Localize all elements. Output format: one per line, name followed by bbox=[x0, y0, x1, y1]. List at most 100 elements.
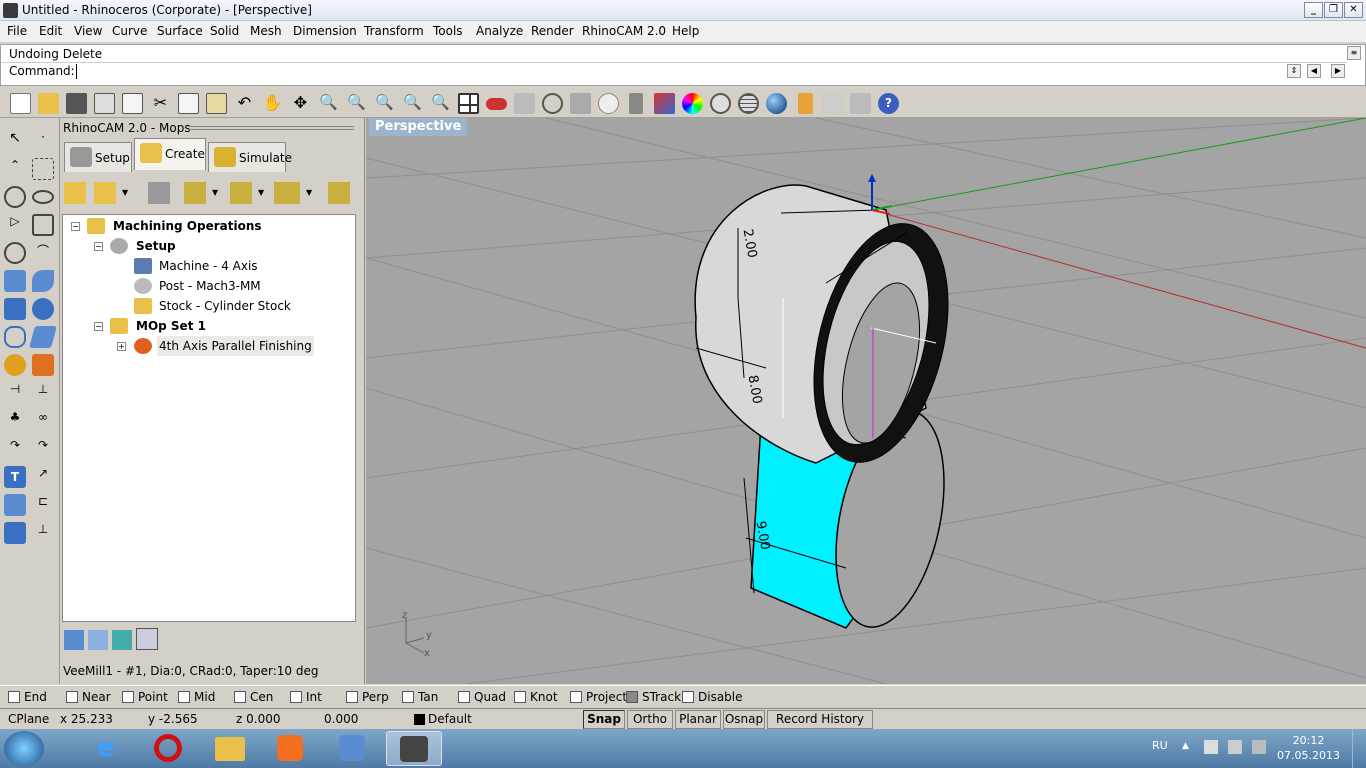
tree-machine[interactable]: Machine - 4 Axis bbox=[159, 256, 258, 276]
menu-mesh[interactable]: Mesh bbox=[250, 24, 282, 38]
clock[interactable]: 20:12 07.05.2013 bbox=[1277, 733, 1340, 763]
rotate-view-icon[interactable]: ✥ bbox=[290, 93, 311, 114]
menu-render[interactable]: Render bbox=[531, 24, 574, 38]
menu-surface[interactable]: Surface bbox=[157, 24, 203, 38]
polygon-icon[interactable] bbox=[4, 242, 26, 264]
curve-icon[interactable] bbox=[32, 158, 54, 180]
zoom-selected-icon[interactable]: 🔍 bbox=[402, 93, 423, 114]
preferences-icon[interactable] bbox=[136, 628, 158, 650]
perspective-viewport[interactable]: Perspective 2.00 8.00 9.00 z y x bbox=[366, 118, 1366, 684]
transform-icon[interactable] bbox=[4, 354, 26, 376]
machine-setup-icon[interactable] bbox=[148, 182, 170, 204]
volume-icon[interactable] bbox=[1228, 740, 1242, 754]
four-axis-icon[interactable] bbox=[274, 182, 300, 204]
layers-icon[interactable] bbox=[654, 93, 675, 114]
menu-transform[interactable]: Transform bbox=[364, 24, 424, 38]
osnap-perp[interactable]: Perp bbox=[346, 690, 389, 704]
cut-icon[interactable]: ✂ bbox=[150, 93, 171, 114]
collapse-mopset-icon[interactable]: − bbox=[94, 322, 103, 331]
viewport-title[interactable]: Perspective bbox=[369, 118, 468, 136]
polyline-icon[interactable]: ⌃ bbox=[4, 158, 26, 180]
minimize-button[interactable]: _ bbox=[1304, 2, 1323, 18]
point-icon[interactable]: · bbox=[32, 130, 54, 152]
cylinder-icon[interactable] bbox=[4, 326, 26, 348]
array-icon[interactable] bbox=[4, 494, 26, 516]
history-scroll-icon[interactable]: ≡ bbox=[1347, 46, 1361, 60]
four-axis-dropdown-icon[interactable]: ▼ bbox=[306, 188, 312, 197]
osnap-knot[interactable]: Knot bbox=[514, 690, 558, 704]
rectangle-icon[interactable] bbox=[32, 214, 54, 236]
new-icon[interactable] bbox=[10, 93, 31, 114]
menu-edit[interactable]: Edit bbox=[39, 24, 62, 38]
layer-name[interactable]: Default bbox=[428, 712, 472, 726]
osnap-disable[interactable]: Disable bbox=[682, 690, 743, 704]
save-mops-dropdown-icon[interactable]: ▼ bbox=[122, 188, 128, 197]
tray-expand-icon[interactable]: ▲ bbox=[1182, 741, 1189, 751]
rhino-task-icon[interactable] bbox=[386, 731, 442, 766]
light-bulb-icon[interactable] bbox=[598, 93, 619, 114]
pan-icon[interactable]: ✋ bbox=[262, 93, 283, 114]
dimension-icon[interactable]: ⊥ bbox=[32, 522, 54, 544]
cplane-label[interactable]: CPlane bbox=[8, 712, 49, 726]
properties-icon[interactable] bbox=[570, 93, 591, 114]
panel-grip[interactable] bbox=[188, 126, 354, 130]
feeds-icon[interactable] bbox=[88, 630, 108, 650]
command-next-icon[interactable]: ▶ bbox=[1331, 64, 1345, 78]
osnap-point[interactable]: Point bbox=[122, 690, 168, 704]
osnap-quad[interactable]: Quad bbox=[458, 690, 506, 704]
osnap-icon[interactable] bbox=[542, 93, 563, 114]
ellipse-icon[interactable] bbox=[32, 190, 54, 204]
trim-icon[interactable]: ⊣ bbox=[4, 382, 26, 404]
command-prev-icon[interactable]: ◀ bbox=[1307, 64, 1321, 78]
copy-icon[interactable] bbox=[178, 93, 199, 114]
network-icon[interactable] bbox=[1204, 740, 1218, 754]
loft-icon[interactable] bbox=[32, 270, 54, 292]
close-button[interactable]: ✕ bbox=[1344, 2, 1363, 18]
join-icon[interactable]: ∞ bbox=[32, 410, 54, 432]
group-icon[interactable]: ♣ bbox=[4, 410, 26, 432]
render-icon[interactable] bbox=[798, 93, 813, 114]
record-history-button[interactable]: Record History bbox=[767, 710, 873, 729]
tool-library-icon[interactable] bbox=[64, 630, 84, 650]
restore-button[interactable]: ❐ bbox=[1324, 2, 1343, 18]
ortho-button[interactable]: Ortho bbox=[627, 710, 673, 729]
ghosted-icon[interactable] bbox=[738, 93, 759, 114]
osnap-strack[interactable]: STrack bbox=[626, 690, 681, 704]
new-mop-set-icon[interactable] bbox=[64, 182, 86, 204]
snap-button[interactable]: Snap bbox=[583, 710, 625, 729]
save-icon[interactable] bbox=[66, 93, 87, 114]
scale-icon[interactable]: ↷ bbox=[32, 438, 54, 460]
zoom-icon[interactable]: 🔍 bbox=[318, 93, 339, 114]
paste-icon[interactable] bbox=[206, 93, 227, 114]
surface-icon[interactable] bbox=[4, 270, 26, 292]
arc-icon[interactable]: ▷ bbox=[4, 214, 26, 236]
menu-rhinocam[interactable]: RhinoCAM 2.0 bbox=[582, 24, 666, 38]
osnap-tan[interactable]: Tan bbox=[402, 690, 438, 704]
split-icon[interactable]: ⊥ bbox=[32, 382, 54, 404]
menu-file[interactable]: File bbox=[7, 24, 27, 38]
language-indicator[interactable]: RU bbox=[1152, 739, 1168, 752]
menu-solid[interactable]: Solid bbox=[210, 24, 239, 38]
fillet-icon[interactable]: ⌒ bbox=[32, 242, 54, 264]
open-icon[interactable] bbox=[38, 93, 59, 114]
osnap-cen[interactable]: Cen bbox=[234, 690, 273, 704]
tree-mopset[interactable]: MOp Set 1 bbox=[136, 316, 206, 336]
menu-view[interactable]: View bbox=[74, 24, 102, 38]
start-button[interactable] bbox=[4, 731, 44, 766]
power-icon[interactable] bbox=[1252, 740, 1266, 754]
move-icon[interactable]: ↗ bbox=[32, 466, 54, 488]
osnap-project[interactable]: Project bbox=[570, 690, 627, 704]
material-icon[interactable] bbox=[112, 630, 132, 650]
osnap-end[interactable]: End bbox=[8, 690, 47, 704]
car-icon[interactable] bbox=[486, 98, 507, 110]
osnap-near[interactable]: Near bbox=[66, 690, 111, 704]
planar-button[interactable]: Planar bbox=[675, 710, 721, 729]
opera-icon[interactable] bbox=[140, 731, 196, 766]
undo-icon[interactable]: ↶ bbox=[234, 93, 255, 114]
tab-simulate[interactable]: Simulate bbox=[208, 142, 292, 172]
menu-tools[interactable]: Tools bbox=[433, 24, 463, 38]
tab-create[interactable]: Create bbox=[134, 138, 206, 170]
export-icon[interactable] bbox=[122, 93, 143, 114]
grid-plane-icon[interactable] bbox=[514, 93, 535, 114]
print-icon[interactable] bbox=[94, 93, 115, 114]
